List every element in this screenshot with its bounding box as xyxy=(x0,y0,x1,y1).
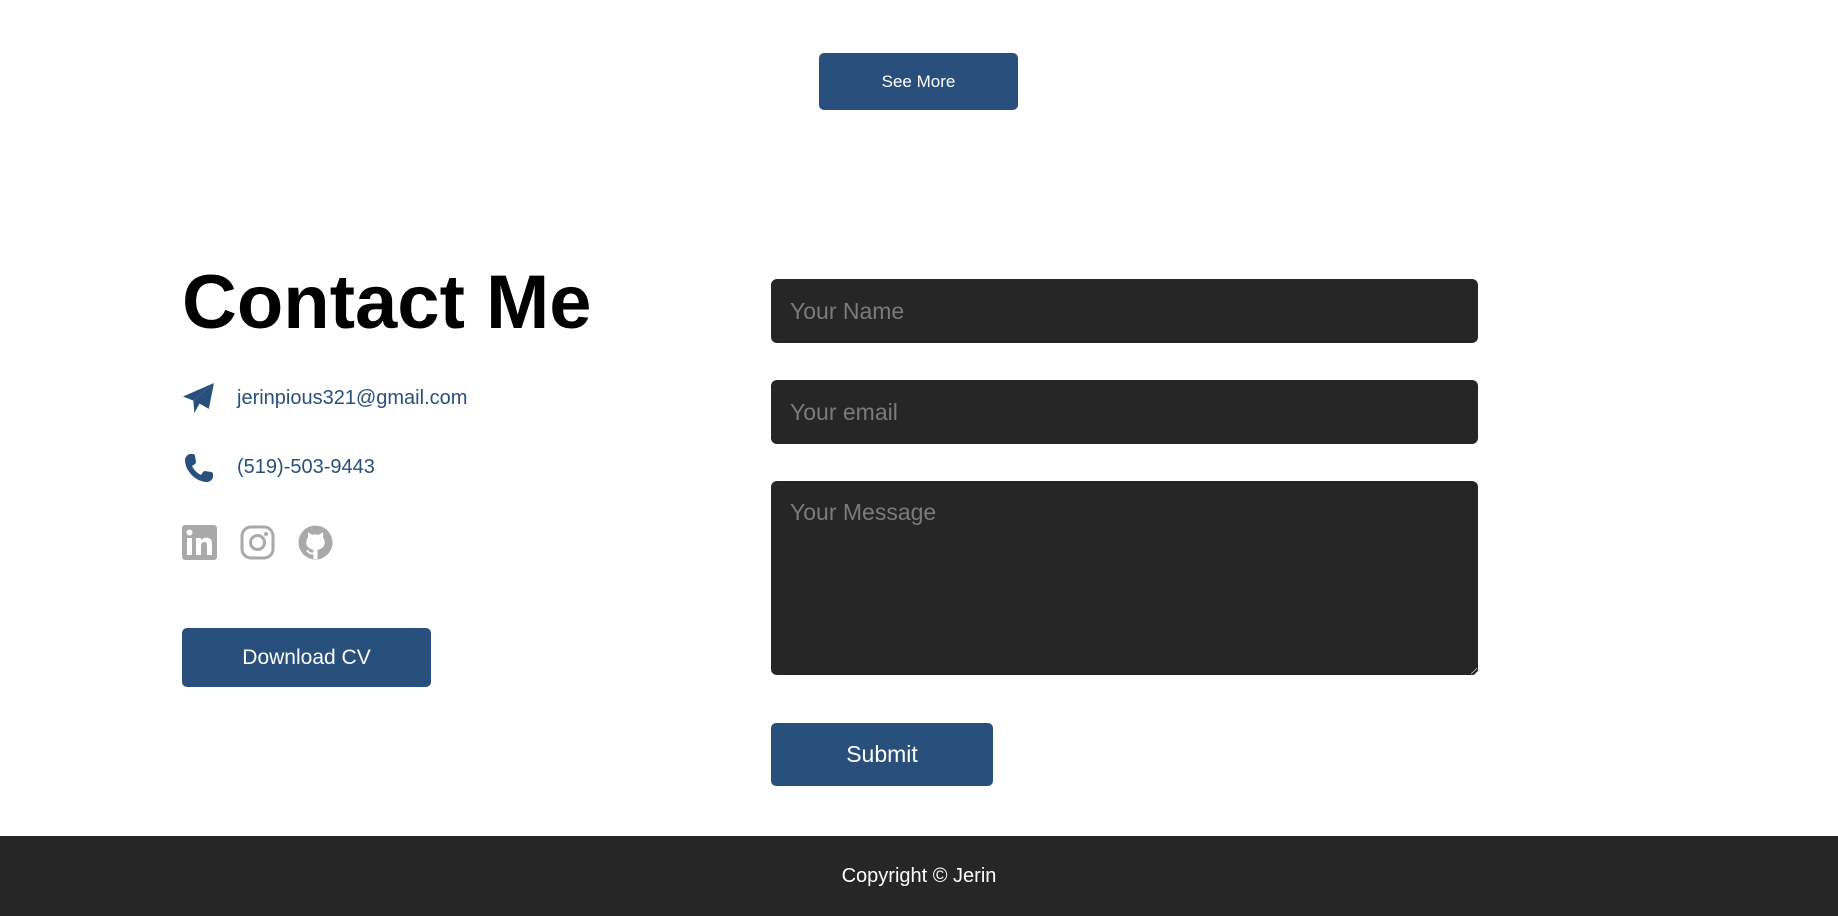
phone-icon xyxy=(182,451,215,484)
paper-plane-icon xyxy=(182,382,215,415)
contact-title: Contact Me xyxy=(182,260,592,345)
download-cv-button[interactable]: Download CV xyxy=(182,628,431,687)
portfolio-page: See More Contact Me jerinpious321@gmail.… xyxy=(0,0,1838,916)
name-input[interactable] xyxy=(771,279,1478,343)
message-textarea[interactable] xyxy=(771,481,1478,675)
contact-email-link[interactable]: jerinpious321@gmail.com xyxy=(237,387,467,410)
linkedin-icon[interactable] xyxy=(182,525,217,560)
footer-copyright: Copyright © Jerin xyxy=(841,864,997,887)
submit-button[interactable]: Submit xyxy=(771,723,993,786)
footer: Copyright © Jerin xyxy=(0,836,1838,916)
see-more-button[interactable]: See More xyxy=(819,53,1018,110)
contact-phone-link[interactable]: (519)-503-9443 xyxy=(237,456,375,479)
contact-phone-row: (519)-503-9443 xyxy=(182,451,375,484)
instagram-icon[interactable] xyxy=(240,525,275,560)
github-icon[interactable] xyxy=(298,525,333,560)
email-input[interactable] xyxy=(771,380,1478,444)
social-links xyxy=(182,525,333,560)
contact-email-row: jerinpious321@gmail.com xyxy=(182,382,467,415)
